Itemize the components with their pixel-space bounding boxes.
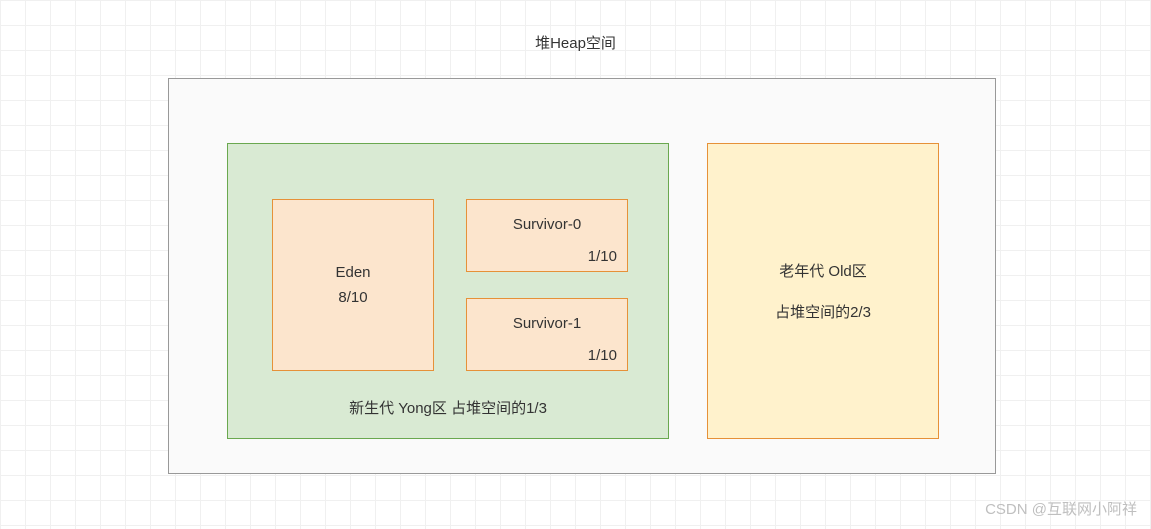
survivor-1-label: Survivor-1 [467, 315, 627, 332]
watermark: CSDN @互联网小阿祥 [985, 498, 1137, 519]
young-gen-caption: 新生代 Yong区 占堆空间的1/3 [228, 397, 668, 418]
eden-label: Eden [335, 264, 370, 281]
eden-ratio: 8/10 [338, 289, 367, 306]
old-gen-label: 老年代 Old区 [779, 260, 867, 281]
survivor-0-ratio: 1/10 [588, 248, 617, 265]
diagram-title: 堆Heap空间 [0, 32, 1151, 53]
heap-container: Eden 8/10 Survivor-0 1/10 Survivor-1 1/1… [168, 78, 996, 474]
old-gen-ratio: 占堆空间的2/3 [775, 301, 871, 322]
eden-box: Eden 8/10 [272, 199, 434, 371]
old-generation-box: 老年代 Old区 占堆空间的2/3 [707, 143, 939, 439]
survivor-1-box: Survivor-1 1/10 [466, 298, 628, 371]
young-generation-box: Eden 8/10 Survivor-0 1/10 Survivor-1 1/1… [227, 143, 669, 439]
survivor-0-label: Survivor-0 [467, 216, 627, 233]
survivor-1-ratio: 1/10 [588, 347, 617, 364]
survivor-0-box: Survivor-0 1/10 [466, 199, 628, 272]
